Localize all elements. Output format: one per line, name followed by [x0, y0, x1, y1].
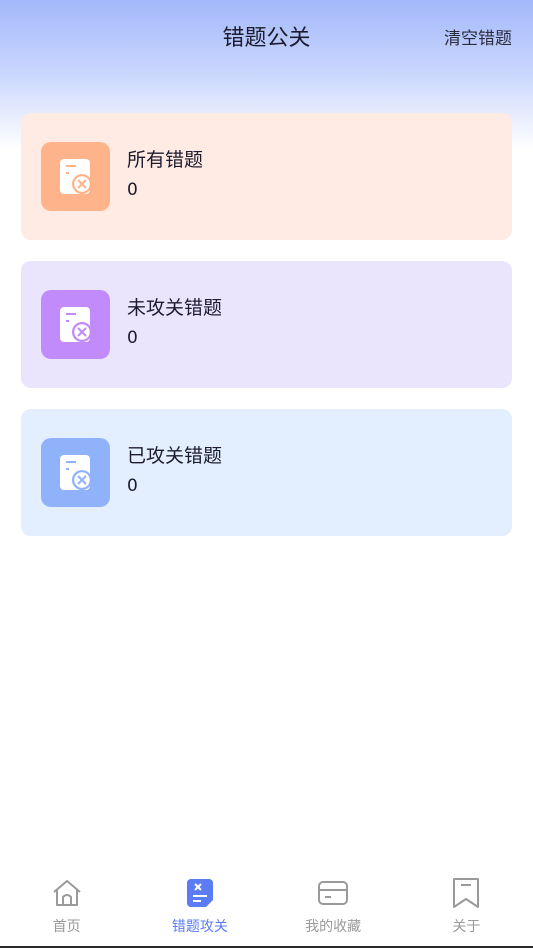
nav-bar: 错题公关 清空错题	[0, 0, 533, 70]
tab-label: 关于	[452, 919, 481, 935]
card-icon	[316, 876, 350, 910]
card-title: 已攻关错题	[127, 445, 223, 467]
home-icon	[50, 876, 84, 910]
card-solved-wrong-questions[interactable]: 已攻关错题 0	[21, 409, 512, 536]
card-title: 未攻关错题	[127, 297, 223, 319]
tab-about[interactable]: 关于	[400, 872, 533, 946]
tab-label: 首页	[52, 919, 81, 935]
tab-home[interactable]: 首页	[0, 872, 133, 946]
card-count: 0	[127, 328, 138, 348]
tab-label: 错题攻关	[171, 919, 228, 935]
bookmark-icon	[449, 876, 483, 910]
tab-bar: 首页 错题攻关 我的收藏 关于	[0, 872, 533, 948]
card-all-wrong-questions[interactable]: 所有错题 0	[21, 113, 512, 240]
document-x-icon	[41, 290, 110, 359]
document-x-icon	[41, 438, 110, 507]
tab-label: 我的收藏	[305, 919, 362, 935]
clear-wrong-questions-button[interactable]: 清空错题	[444, 24, 512, 49]
tab-wrong-questions[interactable]: 错题攻关	[133, 872, 266, 946]
card-count: 0	[127, 476, 138, 496]
tab-favorites[interactable]: 我的收藏	[267, 872, 400, 946]
wrong-questions-icon	[183, 876, 217, 910]
card-count: 0	[127, 180, 138, 200]
card-title: 所有错题	[127, 149, 204, 171]
document-x-icon	[41, 142, 110, 211]
card-unsolved-wrong-questions[interactable]: 未攻关错题 0	[21, 261, 512, 388]
